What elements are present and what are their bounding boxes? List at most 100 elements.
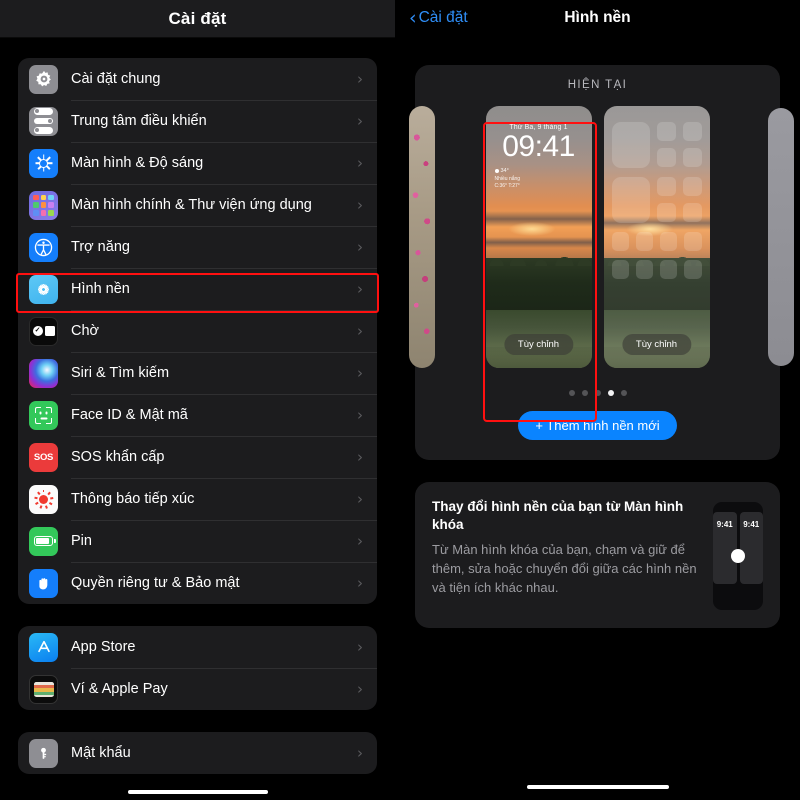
sidebar-item-label: Quyền riêng tư & Bảo mật [71,575,240,591]
app-icon-tile [684,232,702,251]
tip-phone-illustration: 9:41 9:41 [713,502,763,610]
chevron-right-icon: › [357,448,363,466]
accessibility-icon [29,232,58,262]
page-dot-active[interactable] [607,390,614,396]
sidebar-item-label: Chờ [71,323,100,339]
sidebar-item-app-store[interactable]: App Store › [18,626,377,668]
back-button[interactable]: ‹ Cài đặt [409,8,468,28]
chevron-right-icon: › [357,112,363,130]
tip-phone-right-pane: 9:41 [739,512,763,584]
chevron-right-icon: › [357,490,363,508]
page-dot[interactable] [620,390,627,396]
settings-screen: Cài đặt Cài đặt chung › Trung tâm điều k… [0,0,395,800]
widget-tile [611,122,650,168]
add-wallpaper-button[interactable]: + Thêm hình nền mới [518,411,677,440]
tip-text-block: Thay đổi hình nền của bạn từ Màn hình kh… [432,498,701,598]
sidebar-item-label: Cài đặt chung [71,71,161,87]
chevron-right-icon: › [357,574,363,592]
sidebar-item-label: SOS khẩn cấp [71,449,165,465]
sidebar-item-general[interactable]: Cài đặt chung › [18,58,377,100]
sidebar-item-label: Face ID & Mật mã [71,407,188,423]
sidebar-item-home-screen[interactable]: Màn hình chính & Thư viện ứng dụng › [18,184,377,226]
app-icon-tile [684,260,702,279]
tip-body: Từ Màn hình khóa của bạn, chạm và giữ để… [432,542,697,596]
sidebar-item-label: Mật khẩu [71,745,131,761]
page-title: Cài đặt [168,8,227,28]
sidebar-item-exposure-notifications[interactable]: Thông báo tiếp xúc › [18,478,377,520]
exposure-notification-icon [29,484,58,514]
app-icon-tile [682,177,702,196]
settings-group-2: App Store › Ví & Apple Pay › [18,626,377,710]
sidebar-item-wallpaper[interactable]: Hình nền › [18,268,377,310]
sidebar-item-label: Trợ năng [71,239,130,255]
sidebar-item-label: Siri & Tìm kiếm [71,365,170,381]
sidebar-item-wallet-apple-pay[interactable]: Ví & Apple Pay › [18,668,377,710]
wallpaper-icon [29,274,58,304]
battery-icon [29,526,58,556]
sidebar-item-face-id[interactable]: Face ID & Mật mã › [18,394,377,436]
tip-phone-touch-dot [731,549,745,563]
weather-temp: 34° [500,168,509,174]
page-dot[interactable] [568,390,575,396]
sidebar-item-label: Thông báo tiếp xúc [71,491,195,507]
app-icon-tile [611,232,629,251]
app-icon-tile [656,177,676,196]
page-dot[interactable] [594,390,601,396]
weather-range: C:36° T:27° [494,183,520,190]
settings-group-1: Cài đặt chung › Trung tâm điều khiển › M… [18,58,377,604]
sidebar-item-siri-search[interactable]: Siri & Tìm kiếm › [18,352,377,394]
wallpaper-card-home-screen[interactable]: Tùy chỉnh [603,106,710,368]
app-icon-tile [660,232,678,251]
app-icon-grid [611,122,702,288]
wallpaper-card-previous[interactable] [409,106,435,368]
wallpaper-carousel[interactable]: Thứ Ba, 9 tháng 1 09:41 34° Nhiều nắng C… [409,106,794,376]
sidebar-item-battery[interactable]: Pin › [18,520,377,562]
customize-home-button[interactable]: Tùy chỉnh [621,334,692,355]
wallpaper-card-next[interactable] [768,108,794,366]
dual-screenshot: Cài đặt Cài đặt chung › Trung tâm điều k… [0,0,800,800]
chevron-right-icon: › [357,680,363,698]
wallpaper-card-lock-screen[interactable]: Thứ Ba, 9 tháng 1 09:41 34° Nhiều nắng C… [485,106,592,368]
home-indicator [526,784,669,789]
gear-icon [29,64,58,94]
standby-icon [29,316,58,346]
customize-lock-button[interactable]: Tùy chỉnh [503,334,574,355]
sun-glow [509,222,556,237]
cloud-band [485,237,592,248]
sidebar-item-standby[interactable]: Chờ › [18,310,377,352]
sidebar-item-passwords[interactable]: Mật khẩu › [18,732,377,774]
sidebar-item-label: Pin [71,533,92,549]
page-dots[interactable] [415,390,780,396]
widget-tile [611,177,650,223]
app-icon-tile [635,232,653,251]
settings-list: Cài đặt chung › Trung tâm điều khiển › M… [0,58,395,774]
home-indicator [127,789,268,794]
sidebar-item-control-center[interactable]: Trung tâm điều khiển › [18,100,377,142]
app-store-icon [29,632,58,662]
current-wallpaper-card: HIỆN TẠI Thứ Ba, 9 tháng 1 09:41 34° Nhi… [409,65,794,460]
sidebar-item-label: Màn hình chính & Thư viện ứng dụng [71,197,312,213]
wallpaper-screen: ‹ Cài đặt Hình nền HIỆN TẠI Thứ Ba, 9 th… [395,0,800,800]
app-icon-tile [635,260,653,279]
chevron-right-icon: › [357,322,363,340]
chevron-right-icon: › [357,154,363,172]
sidebar-item-label: App Store [71,639,136,655]
weather-condition: Nhiều nắng [494,175,521,182]
control-center-icon [29,106,58,136]
wallet-icon [29,674,58,704]
sidebar-item-label: Ví & Apple Pay [71,681,168,697]
chevron-right-icon: › [357,406,363,424]
sidebar-item-accessibility[interactable]: Trợ năng › [18,226,377,268]
face-id-icon [29,400,58,430]
sun-rays [34,154,53,173]
page-dot[interactable] [581,390,588,396]
sidebar-item-display-brightness[interactable]: Màn hình & Độ sáng › [18,142,377,184]
app-icon-tile [656,122,676,141]
tip-title: Thay đổi hình nền của bạn từ Màn hình kh… [432,499,684,533]
chevron-right-icon: › [357,238,363,256]
app-icon-tile [682,203,702,222]
section-label: HIỆN TẠI [567,79,628,91]
sidebar-item-emergency-sos[interactable]: SOS SOS khẩn cấp › [18,436,377,478]
chevron-right-icon: › [357,280,363,298]
sidebar-item-privacy-security[interactable]: Quyền riêng tư & Bảo mật › [18,562,377,604]
